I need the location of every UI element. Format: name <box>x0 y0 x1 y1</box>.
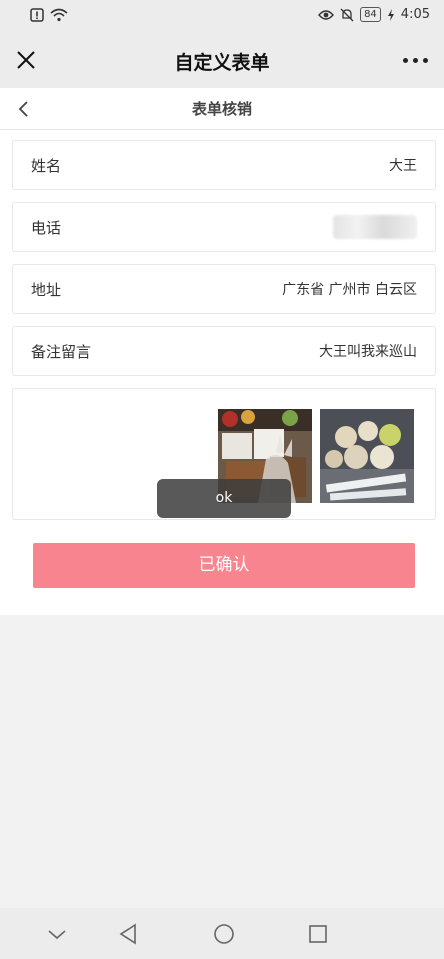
back-triangle-icon[interactable] <box>116 921 142 947</box>
app-title: 自定义表单 <box>174 52 270 74</box>
form-row-note: 备注留言 大王叫我来巡山 <box>12 326 436 376</box>
form-row-address: 地址 广东省 广州市 白云区 <box>12 264 436 314</box>
form-content: 姓名 大王 电话 地址 广东省 广州市 白云区 备注留言 大王叫我来巡山 ok … <box>0 130 444 615</box>
recents-square-icon[interactable] <box>305 921 331 947</box>
status-time: 4:05 <box>400 7 430 22</box>
photo-thumbnail[interactable] <box>320 409 414 503</box>
page-title: 表单核销 <box>191 100 252 118</box>
form-row-phone: 电话 <box>12 202 436 252</box>
status-left <box>30 8 68 22</box>
field-label: 备注留言 <box>31 343 92 361</box>
battery-level: 84 <box>360 7 381 22</box>
status-bar: 84 4:05 <box>0 0 444 32</box>
mute-icon <box>340 8 354 21</box>
field-label: 姓名 <box>31 157 62 175</box>
field-value-redacted <box>333 215 417 239</box>
eye-icon <box>318 9 334 20</box>
charging-icon <box>387 8 394 21</box>
field-value: 广东省 广州市 白云区 <box>282 282 417 298</box>
toast-message: ok <box>157 479 291 518</box>
status-right: 84 4:05 <box>318 7 430 22</box>
field-value: 大王 <box>389 158 417 174</box>
more-icon[interactable] <box>403 58 428 63</box>
form-row-name: 姓名 大王 <box>12 140 436 190</box>
field-label: 地址 <box>31 281 62 299</box>
confirmed-button[interactable]: 已确认 <box>33 543 415 588</box>
alert-icon <box>30 8 44 22</box>
field-label: 电话 <box>31 219 62 237</box>
app-bar: 自定义表单 <box>0 32 444 88</box>
chevron-down-icon[interactable] <box>44 921 70 947</box>
home-circle-icon[interactable] <box>211 921 237 947</box>
sub-header: 表单核销 <box>0 88 444 130</box>
field-value: 大王叫我来巡山 <box>319 344 417 360</box>
wifi-icon <box>50 8 68 22</box>
system-nav-bar <box>0 908 444 959</box>
